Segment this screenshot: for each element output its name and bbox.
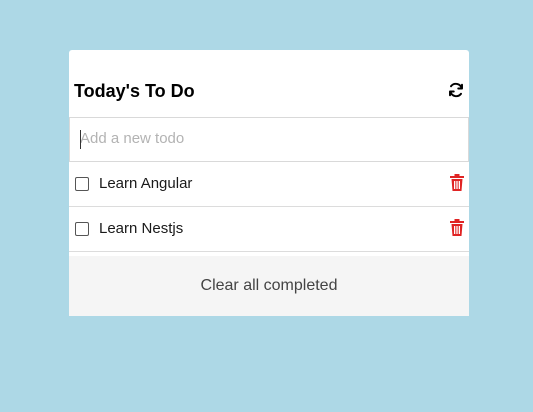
list-item: Learn Nestjs (69, 207, 469, 252)
new-todo-field (69, 117, 469, 162)
todo-label: Learn Nestjs (99, 220, 184, 237)
todo-card: Today's To Do Learn Angular (69, 50, 469, 316)
todo-checkbox[interactable] (75, 177, 89, 191)
todo-label: Learn Angular (99, 175, 193, 192)
todo-checkbox[interactable] (75, 222, 89, 236)
refresh-icon[interactable] (447, 81, 465, 99)
list-item: Learn Angular (69, 162, 469, 207)
card-footer: Clear all completed (69, 256, 469, 316)
card-header: Today's To Do (69, 50, 469, 117)
page-title: Today's To Do (74, 81, 195, 101)
new-todo-input[interactable] (70, 118, 460, 159)
trash-icon[interactable] (450, 174, 464, 191)
clear-completed-button[interactable]: Clear all completed (201, 277, 338, 295)
trash-icon[interactable] (450, 219, 464, 236)
text-caret (80, 130, 81, 149)
